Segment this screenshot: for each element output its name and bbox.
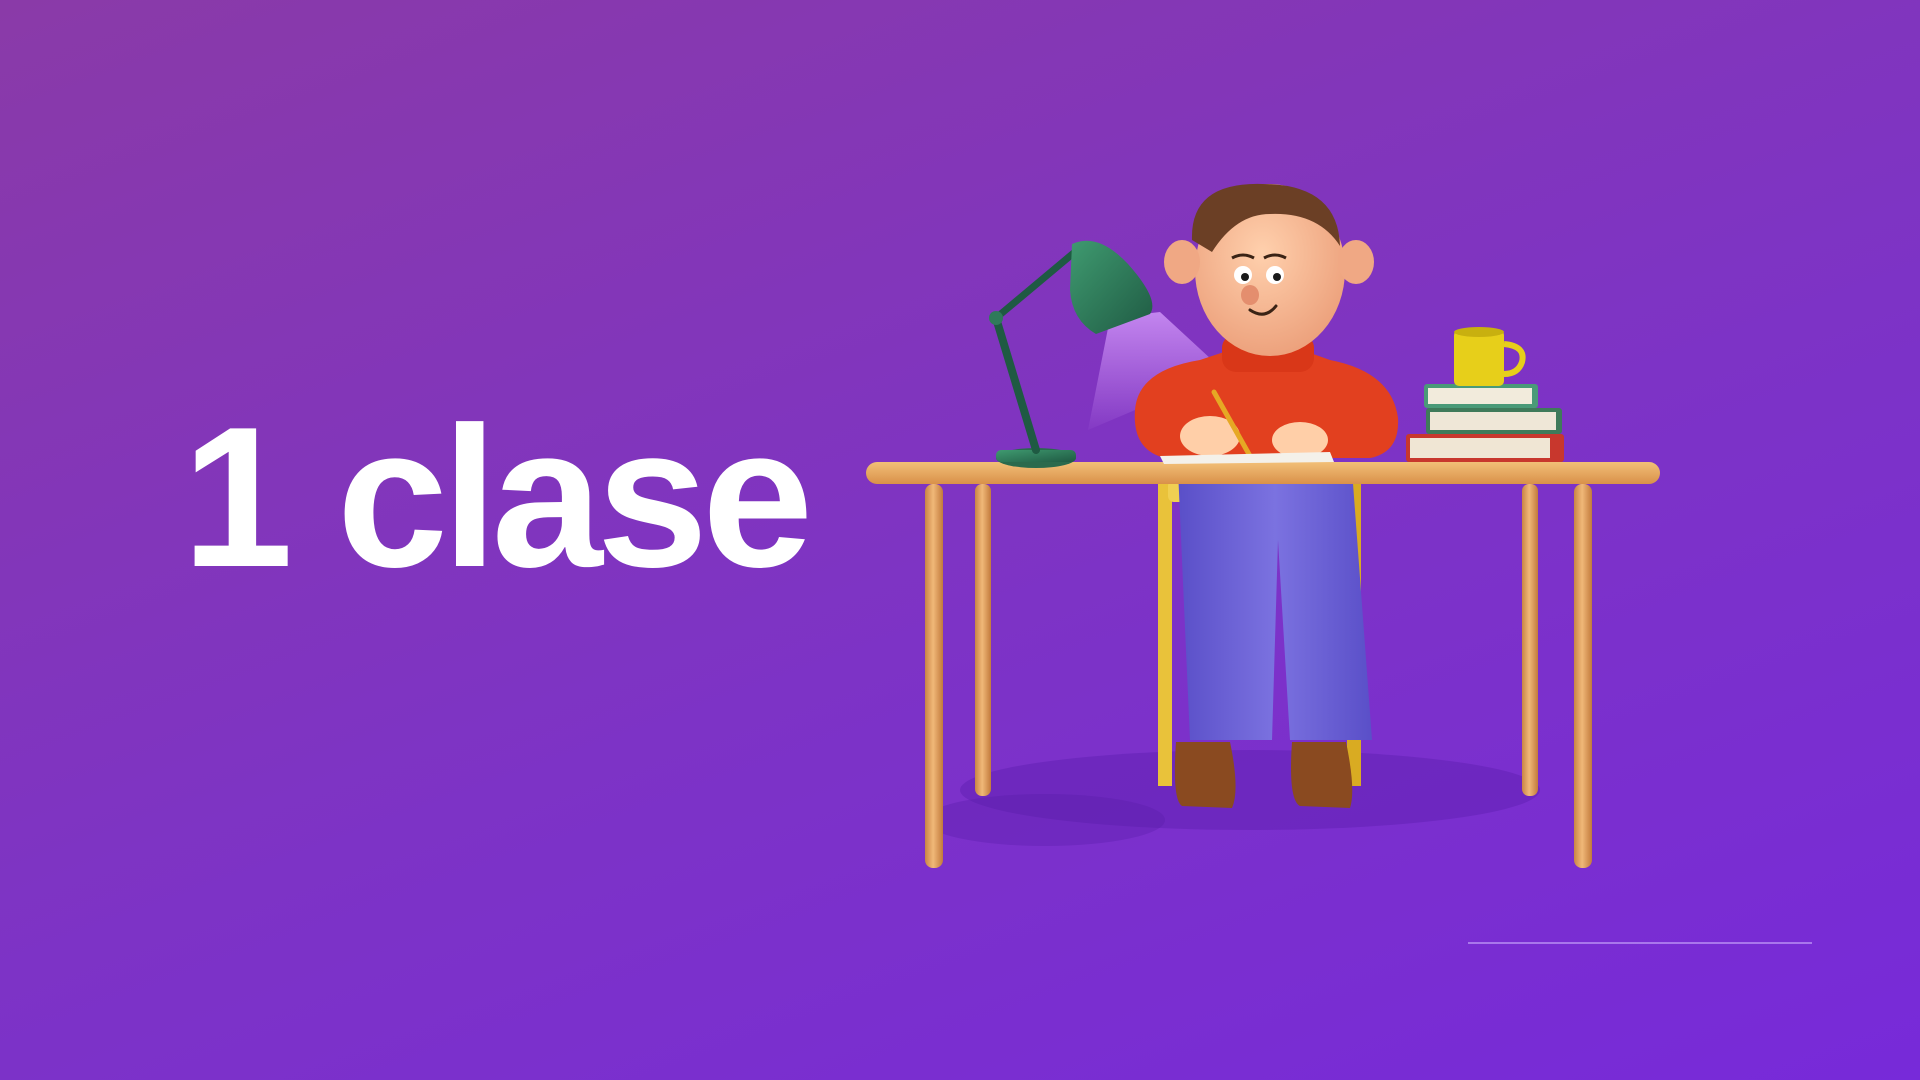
progress-line <box>1468 942 1812 944</box>
trousers <box>1178 470 1372 740</box>
desk-leg <box>925 484 943 868</box>
desk-leg <box>975 484 991 796</box>
left-shoe <box>1174 742 1236 808</box>
desk-top <box>866 462 1660 484</box>
nose <box>1241 285 1259 305</box>
mug <box>1454 327 1526 386</box>
left-ear <box>1164 240 1200 284</box>
desk-leg <box>1574 484 1592 868</box>
right-shoe <box>1291 742 1353 808</box>
slide: 1 clase <box>0 0 1920 1080</box>
desk-leg <box>1522 484 1538 796</box>
right-ear <box>1338 240 1374 284</box>
illustration-scene <box>866 183 1660 868</box>
book-stack <box>1406 384 1564 462</box>
